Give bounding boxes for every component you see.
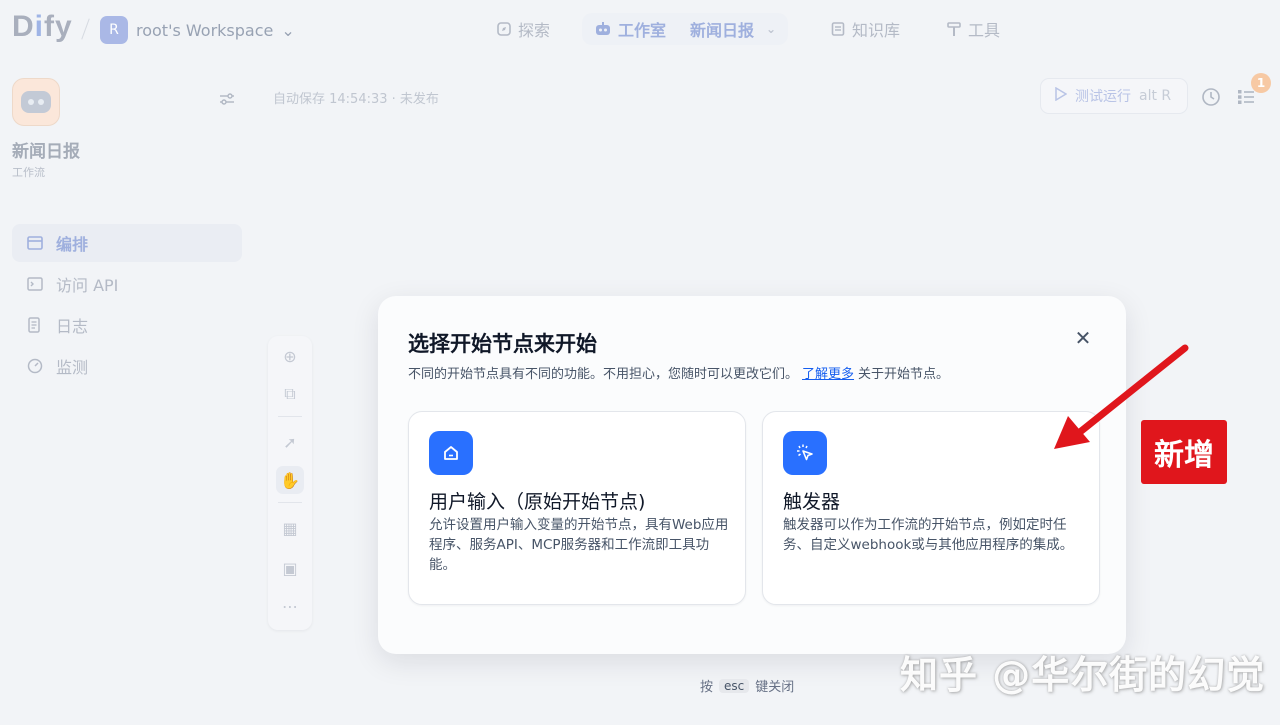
annotation-arrow <box>1054 344 1189 449</box>
watermark: 知乎 @华尔街的幻觉 <box>900 653 1266 697</box>
new-feature-tag: 新增 <box>1141 420 1227 484</box>
